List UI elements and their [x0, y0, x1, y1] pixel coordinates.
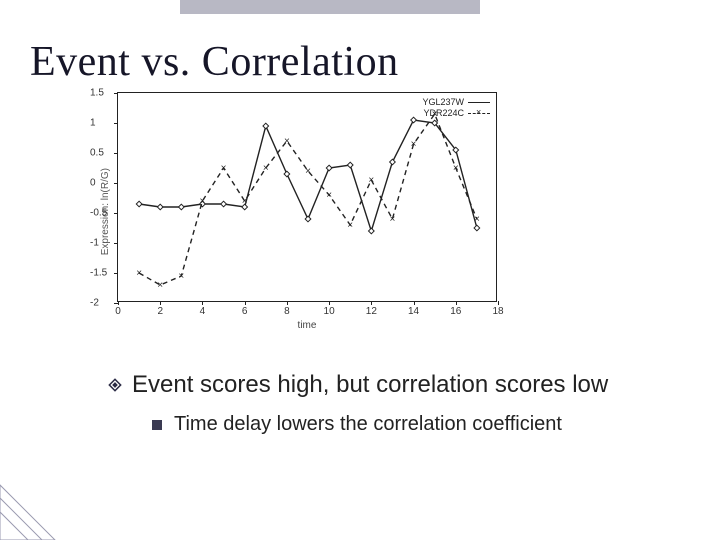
- ytick-label: 1: [90, 118, 96, 129]
- svg-text:×: ×: [242, 196, 248, 207]
- xtick-label: 6: [242, 306, 248, 317]
- ytick-label: -2: [90, 298, 99, 309]
- svg-text:×: ×: [390, 214, 396, 225]
- chart-lines: × × × × × × × × × × × × × × × × ×: [118, 93, 498, 303]
- bullet-level1: Event scores high, but correlation score…: [108, 371, 690, 399]
- svg-text:×: ×: [411, 139, 417, 150]
- svg-text:×: ×: [157, 280, 163, 291]
- bullet-level1-text: Event scores high, but correlation score…: [132, 371, 608, 399]
- ytick-label: -0.5: [90, 208, 107, 219]
- svg-text:×: ×: [200, 196, 206, 207]
- chart-xlabel: time: [298, 320, 317, 331]
- slide: Event vs. Correlation Expression: ln(R/G…: [0, 0, 720, 540]
- slide-corner-accent: [0, 480, 60, 540]
- xtick-label: 4: [200, 306, 206, 317]
- xtick-label: 10: [324, 306, 335, 317]
- slide-top-accent: [180, 0, 480, 14]
- svg-text:×: ×: [432, 109, 438, 120]
- xtick-label: 14: [408, 306, 419, 317]
- svg-text:×: ×: [474, 214, 480, 225]
- svg-text:×: ×: [305, 166, 311, 177]
- xtick-label: 2: [157, 306, 163, 317]
- svg-text:×: ×: [326, 190, 332, 201]
- diamond-bullet-icon: [108, 378, 122, 392]
- svg-text:×: ×: [178, 271, 184, 282]
- xtick-label: 16: [450, 306, 461, 317]
- svg-text:×: ×: [453, 163, 459, 174]
- svg-text:×: ×: [347, 220, 353, 231]
- ytick-label: 0: [90, 178, 96, 189]
- ytick-label: 1.5: [90, 88, 104, 99]
- slide-title: Event vs. Correlation: [30, 38, 690, 86]
- ytick-label: -1: [90, 238, 99, 249]
- svg-text:×: ×: [284, 136, 290, 147]
- bullet-level2-text: Time delay lowers the correlation coeffi…: [174, 413, 562, 436]
- xtick-label: 18: [492, 306, 503, 317]
- bullets: Event scores high, but correlation score…: [108, 371, 690, 436]
- xtick-label: 12: [366, 306, 377, 317]
- bullet-level2: Time delay lowers the correlation coeffi…: [152, 413, 690, 436]
- svg-text:×: ×: [221, 163, 227, 174]
- xtick-label: 0: [115, 306, 121, 317]
- chart-plot-area: YGL237W YDR224C ××××××××××××××××× -2-1.5…: [117, 92, 497, 302]
- chart: Expression: ln(R/G) YGL237W YDR224C ××××…: [100, 92, 690, 331]
- xtick-label: 8: [284, 306, 290, 317]
- svg-text:×: ×: [136, 268, 142, 279]
- svg-text:×: ×: [368, 175, 374, 186]
- square-bullet-icon: [152, 420, 162, 430]
- ytick-label: 0.5: [90, 148, 104, 159]
- ytick-label: -1.5: [90, 268, 107, 279]
- svg-text:×: ×: [263, 163, 269, 174]
